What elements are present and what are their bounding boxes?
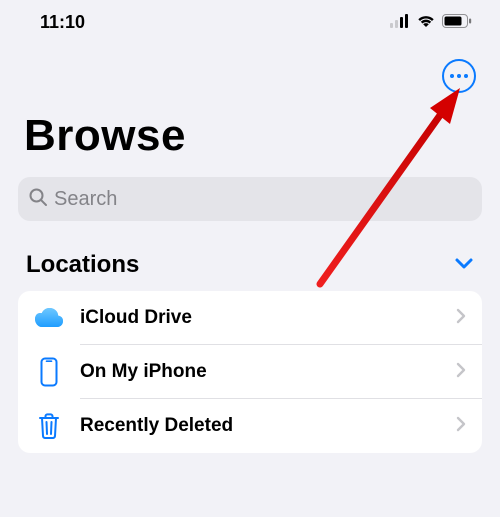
- search-icon: [28, 187, 48, 212]
- chevron-right-icon: [456, 362, 466, 383]
- list-item-icloud-drive[interactable]: iCloud Drive: [18, 291, 482, 345]
- toolbar: [0, 41, 500, 93]
- status-icons: [390, 12, 472, 33]
- chevron-down-icon: [454, 256, 474, 275]
- status-bar: 11:10: [0, 0, 500, 41]
- list-item-label: iCloud Drive: [80, 307, 456, 329]
- list-item-recently-deleted[interactable]: Recently Deleted: [18, 399, 482, 453]
- search-input[interactable]: [54, 188, 472, 211]
- locations-list-container: iCloud Drive On My iPhone: [0, 291, 500, 453]
- chevron-right-icon: [456, 416, 466, 437]
- list-item-label: Recently Deleted: [80, 415, 456, 437]
- section-title: Locations: [26, 251, 139, 279]
- wifi-icon: [416, 12, 436, 33]
- status-time: 11:10: [40, 12, 85, 33]
- trash-icon: [32, 409, 66, 443]
- ellipsis-icon: [450, 74, 468, 78]
- locations-header[interactable]: Locations: [0, 221, 500, 291]
- locations-list: iCloud Drive On My iPhone: [18, 291, 482, 453]
- cellular-icon: [390, 12, 410, 33]
- list-item-on-my-iphone[interactable]: On My iPhone: [18, 345, 482, 399]
- cloud-icon: [32, 301, 66, 335]
- list-item-label: On My iPhone: [80, 361, 456, 383]
- search-field[interactable]: [18, 177, 482, 221]
- more-options-button[interactable]: [442, 59, 476, 93]
- chevron-right-icon: [456, 308, 466, 329]
- page-title: Browse: [0, 93, 500, 169]
- search-container: [0, 169, 500, 221]
- battery-icon: [442, 12, 472, 33]
- iphone-icon: [32, 355, 66, 389]
